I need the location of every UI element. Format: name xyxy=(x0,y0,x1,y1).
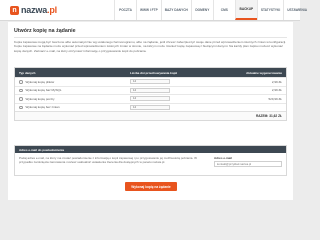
nav-domeny[interactable]: DOMENY xyxy=(190,0,213,20)
logo-text: nazwa.pl xyxy=(21,5,57,15)
col-header-type: Typ danych xyxy=(19,70,36,75)
table-row: Wykonaj kopię bez zmian 14 xyxy=(15,102,286,112)
nav-bazy-danych[interactable]: BAZY DANYCH xyxy=(160,0,191,20)
nav-cms[interactable]: CMS xyxy=(212,0,235,20)
backup-table: Typ danych Liczba dni przechowywania kop… xyxy=(14,67,287,121)
top-bar: n nazwa.pl POCZTA WWW I FTP BAZY DANYCH … xyxy=(0,0,307,21)
content-panel: Utwórz kopię na żądanie Kopia zapasowa m… xyxy=(8,22,293,200)
email-field[interactable]: kontakt@przyklad.nazwa.pl xyxy=(214,161,282,167)
page-title: Utwórz kopię na żądanie xyxy=(14,28,76,34)
intro-text: Kopia zapasowa mogą być tworzone albo au… xyxy=(14,40,287,53)
nav-poczta[interactable]: POCZTA xyxy=(114,0,136,20)
table-total: RAZEM: 31,62 ZŁ xyxy=(15,111,286,120)
logo-icon: n xyxy=(10,5,19,15)
nav-ustawienia[interactable]: USTAWIENIA xyxy=(283,0,310,20)
nav-statystyki[interactable]: STATYSTYKI xyxy=(256,0,283,20)
days-select[interactable]: 14 xyxy=(130,104,170,110)
email-section: Adres e-mail do powiadomienia Podaj adre… xyxy=(14,145,287,176)
row-price: 529,99 ZŁ xyxy=(268,96,282,101)
email-description: Podaj adres e-mail, na który ma zostać p… xyxy=(19,156,197,165)
table-header: Typ danych Liczba dni przechowywania kop… xyxy=(15,68,286,77)
table-row: Wykonaj kopię poczty 14 529,99 ZŁ xyxy=(15,94,286,103)
radio-button[interactable] xyxy=(19,97,23,101)
row-type: Wykonaj kopię baz MySQL xyxy=(25,88,62,93)
main-nav: POCZTA WWW I FTP BAZY DANYCH DOMENY CMS … xyxy=(114,0,310,20)
row-type: Wykonaj kopię bez zmian xyxy=(25,105,60,110)
submit-backup-button[interactable]: Wykonaj kopię na żądanie xyxy=(125,182,177,191)
col-header-price: Aktualne wygenerowanie xyxy=(246,70,282,75)
radio-button[interactable] xyxy=(19,105,23,109)
row-type: Wykonaj kopię plików xyxy=(25,79,55,84)
email-section-header: Adres e-mail do powiadomienia xyxy=(15,146,286,153)
divider xyxy=(14,37,287,38)
nazwa-logo[interactable]: n nazwa.pl xyxy=(10,5,57,15)
radio-button[interactable] xyxy=(19,80,23,84)
days-select[interactable]: 14 xyxy=(130,87,170,93)
row-price: 2,99 ZŁ xyxy=(271,79,282,84)
col-header-days: Liczba dni przechowywania kopii xyxy=(130,70,178,75)
days-select[interactable]: 14 xyxy=(130,96,170,102)
row-price: 2,99 ZŁ xyxy=(271,88,282,93)
nav-backup[interactable]: BACKUP xyxy=(234,0,257,20)
nav-www-ftp[interactable]: WWW I FTP xyxy=(136,0,161,20)
table-row: Wykonaj kopię baz MySQL 14 2,99 ZŁ xyxy=(15,85,286,95)
row-type: Wykonaj kopię poczty xyxy=(25,96,55,101)
email-label: Adres e-mail xyxy=(214,156,233,160)
table-row: Wykonaj kopię plików 14 2,99 ZŁ xyxy=(15,77,286,86)
days-select[interactable]: 14 xyxy=(130,79,170,85)
radio-button[interactable] xyxy=(19,88,23,92)
